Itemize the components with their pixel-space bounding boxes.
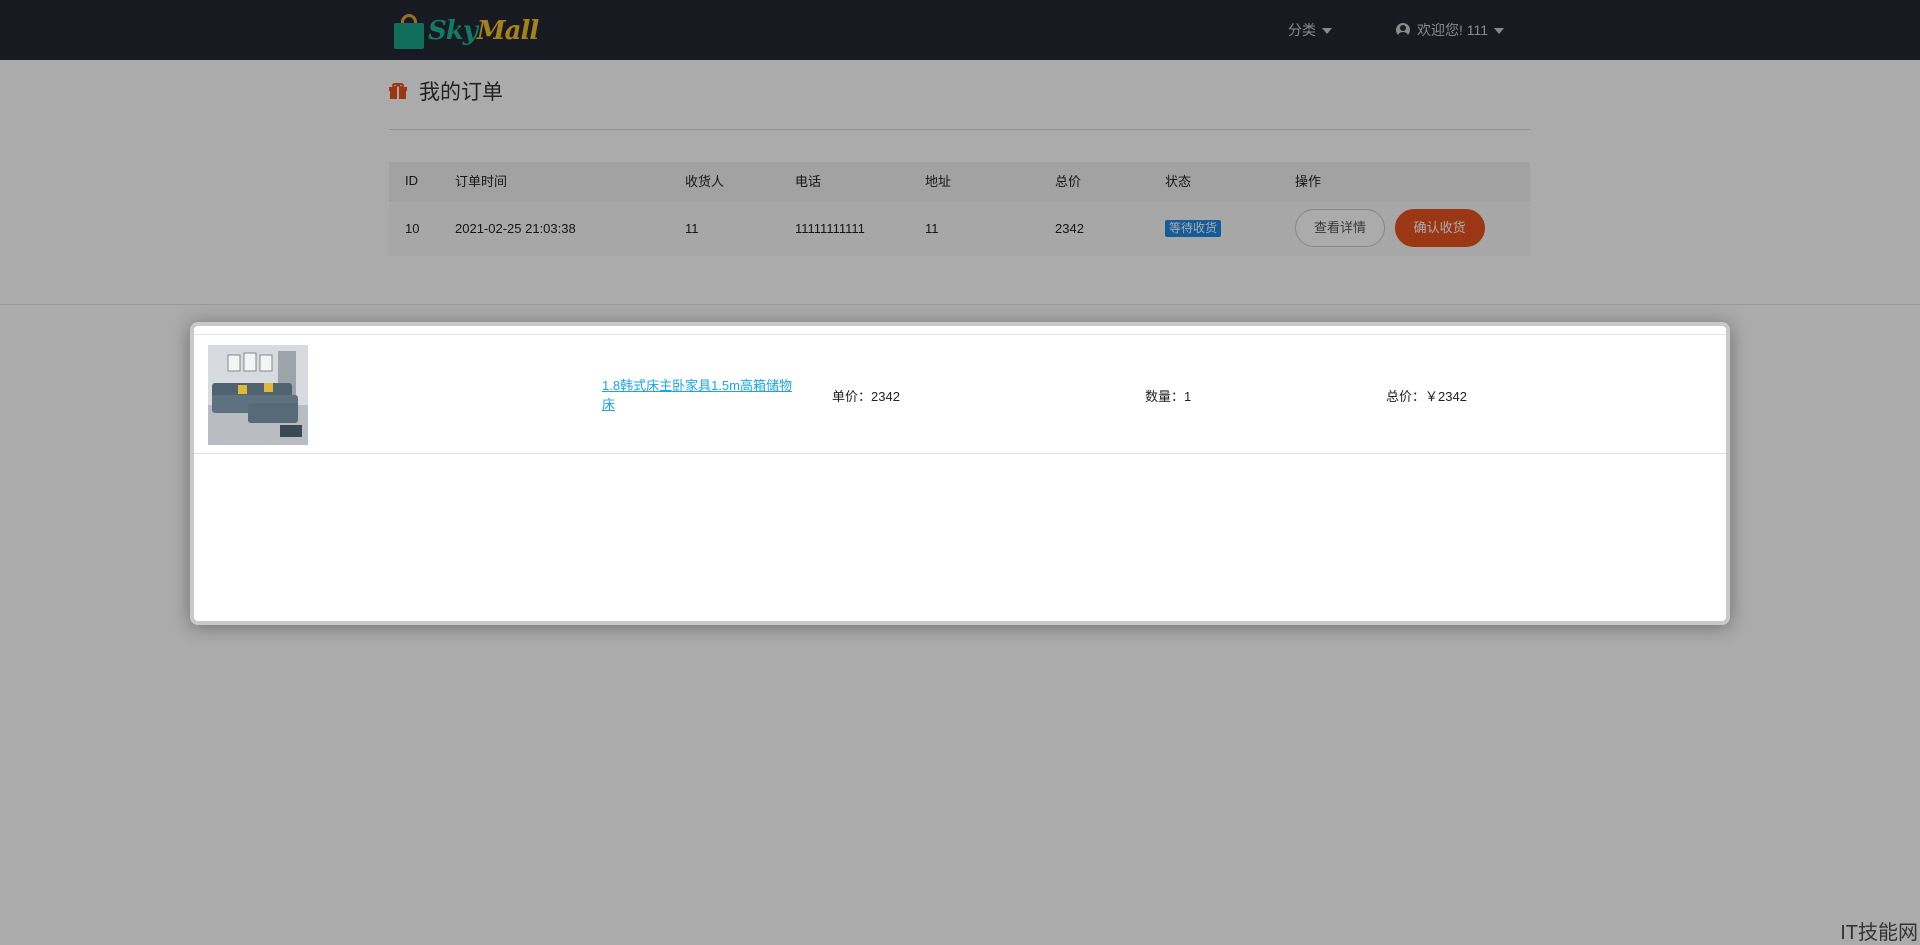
quantity: 数量：1 — [1145, 389, 1192, 404]
list-item: 1.8韩式床主卧家具1.5m高箱储物床 单价：2342 数量：1 总价：￥234… — [194, 335, 1726, 454]
order-details-modal: 1.8韩式床主卧家具1.5m高箱储物床 单价：2342 数量：1 总价：￥234… — [190, 322, 1730, 625]
item-total: 总价：￥2342 — [1386, 389, 1467, 404]
watermark: IT技能网 — [1840, 922, 1918, 944]
sofa-picture — [208, 345, 308, 445]
unit-price: 单价：2342 — [832, 389, 900, 404]
product-name-link[interactable]: 1.8韩式床主卧家具1.5m高箱储物床 — [602, 376, 802, 414]
product-image[interactable] — [208, 345, 308, 445]
